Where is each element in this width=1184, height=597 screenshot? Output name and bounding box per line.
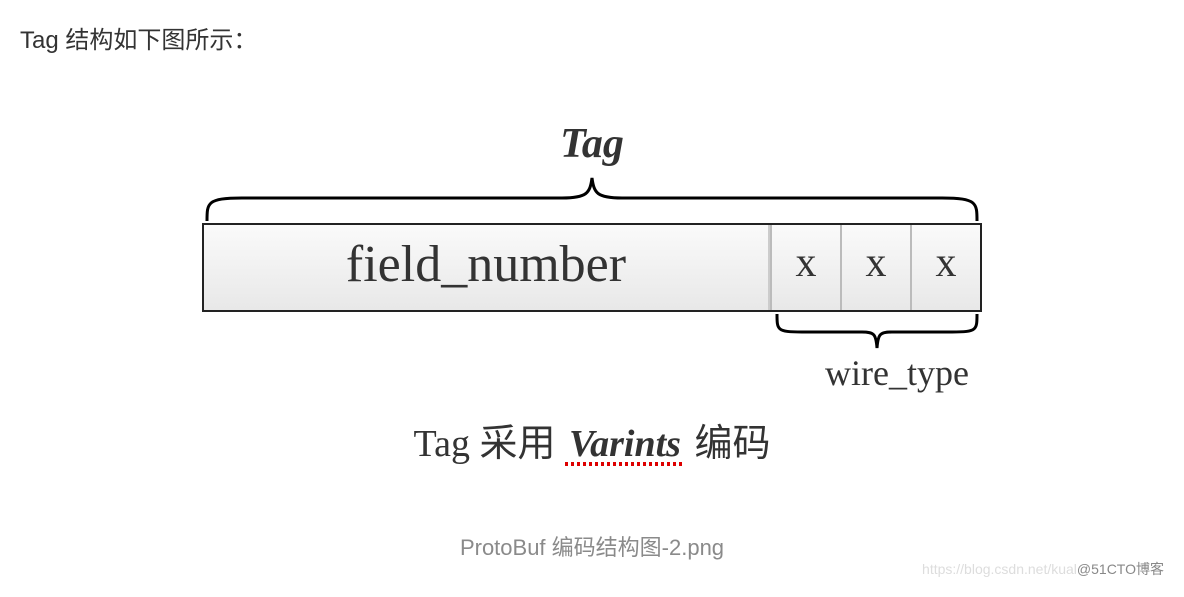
watermark-source: @51CTO博客 <box>1077 561 1164 577</box>
encoding-suffix: 编码 <box>685 423 771 465</box>
image-caption: ProtoBuf 编码结构图-2.png <box>0 530 1184 562</box>
wire-type-bit-0: x <box>770 225 840 310</box>
tag-box-row: field_number x x x <box>202 223 982 312</box>
wire-type-label: wire_type <box>757 352 1037 394</box>
top-brace-icon <box>202 173 982 223</box>
tag-title: Tag <box>0 120 1184 168</box>
bottom-brace-icon: wire_type <box>772 312 982 352</box>
wire-type-bit-2: x <box>910 225 980 310</box>
watermark: https://blog.csdn.net/kual@51CTO博客 <box>922 559 1164 579</box>
varints-word: Varints <box>565 422 685 466</box>
tag-structure-diagram: Tag field_number x x x wire_type Tag 采用 … <box>0 120 1184 467</box>
watermark-faint: https://blog.csdn.net/kual <box>922 561 1077 577</box>
intro-text: Tag 结构如下图所示： <box>20 20 257 55</box>
wire-type-bit-1: x <box>840 225 910 310</box>
encoding-prefix: Tag 采用 <box>414 423 565 465</box>
encoding-note: Tag 采用 Varints 编码 <box>202 412 982 467</box>
field-number-cell: field_number <box>204 225 770 310</box>
